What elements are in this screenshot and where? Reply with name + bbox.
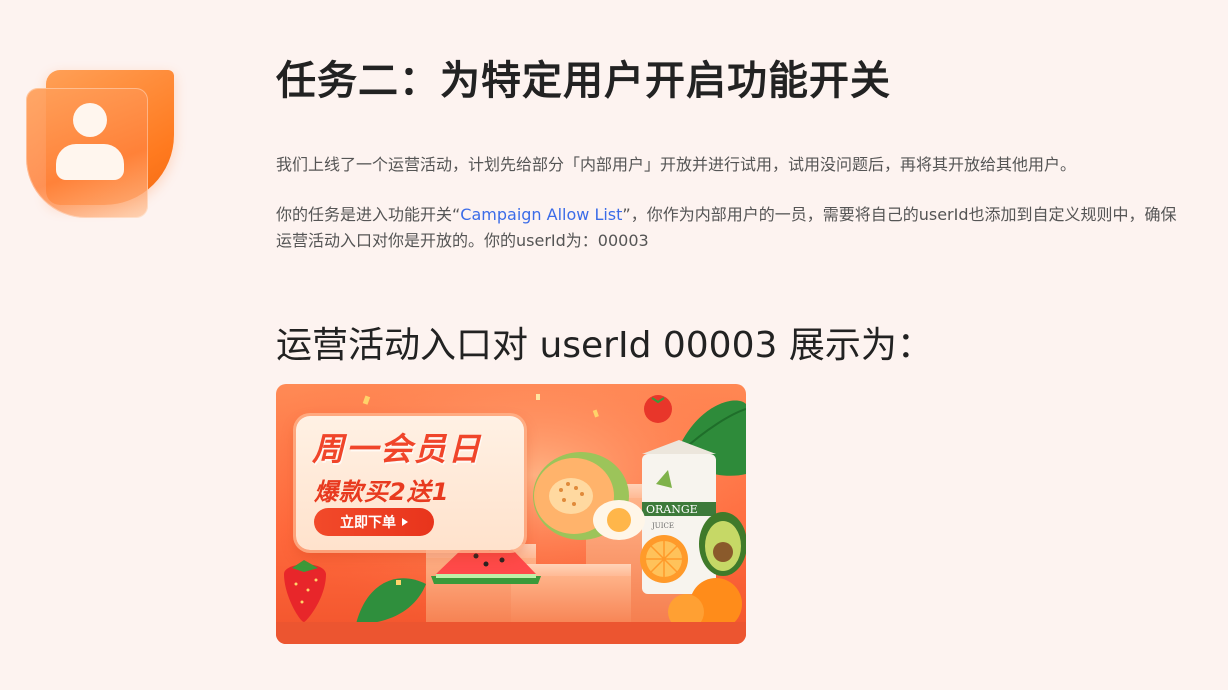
promo-card: 周一会员日 爆款买2送1 立即下单	[296, 416, 524, 550]
juice-brand-text: ORANGE	[646, 503, 698, 516]
user-body-shape	[56, 144, 124, 180]
section-subtitle: 运营活动入口对 userId 00003 展示为：	[276, 325, 933, 366]
description-paragraph-1: 我们上线了一个运营活动，计划先给部分「内部用户」开放并进行试用，试用没问题后，再…	[276, 155, 1077, 174]
juice-sub-text: JUICE	[651, 522, 674, 530]
buy-now-button[interactable]: 立即下单	[314, 508, 434, 536]
promo-headline: 周一会员日	[312, 430, 483, 468]
avocado-illustration	[699, 512, 746, 576]
banner-floor	[276, 622, 746, 644]
user-avatar-icon	[26, 70, 176, 222]
description-paragraph-2: 你的任务是进入功能开关“Campaign Allow List”，你作为内部用户…	[276, 202, 1186, 254]
tomato-illustration	[644, 395, 672, 423]
chevron-right-icon	[402, 518, 408, 526]
page-title: 任务二：为特定用户开启功能开关	[276, 58, 891, 104]
description-text-before: 你的任务是进入功能开关“	[276, 205, 461, 224]
egg-illustration	[593, 500, 645, 540]
campaign-allow-list-link[interactable]: Campaign Allow List	[460, 205, 622, 224]
campaign-banner[interactable]: ORANGE JUICE 周一会员日 爆款买2送1 立即下单	[276, 384, 746, 644]
user-head-shape	[73, 103, 107, 137]
buy-now-label: 立即下单	[340, 515, 396, 531]
promo-subline: 爆款买2送1	[314, 478, 450, 506]
